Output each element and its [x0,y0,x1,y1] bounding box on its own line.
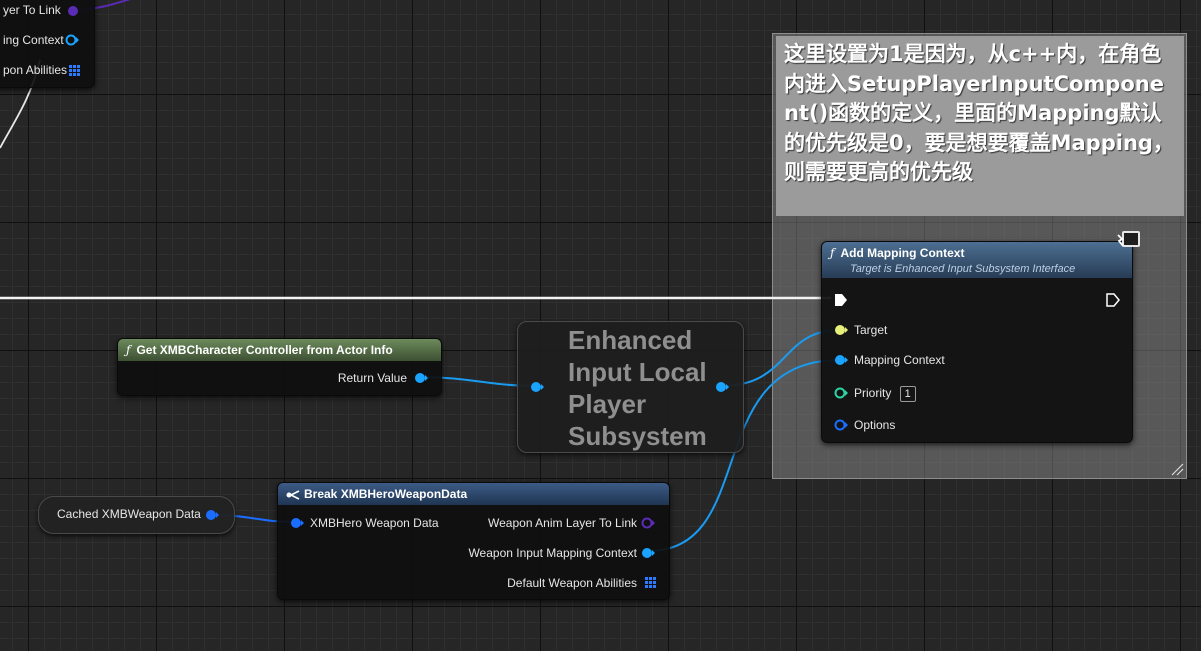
priority-input[interactable]: 1 [899,385,916,402]
pin-label: Mapping Context [854,353,945,367]
class-pin-icon[interactable] [641,517,655,529]
enhanced-input-subsystem-node[interactable]: Enhanced Input Local Player Subsystem [517,321,744,453]
object-pin-icon[interactable] [530,381,544,393]
target-pin-row: Target [854,321,887,339]
struct-pin-icon[interactable] [290,517,304,529]
node-title: Add Mapping Context [840,246,965,260]
anim-layer-pin-row: Weapon Anim Layer To Link [488,514,637,532]
object-pin-icon[interactable] [834,354,848,366]
node-header: ƒ Get XMBCharacter Controller from Actor … [118,339,441,361]
pin-label: Weapon Input Mapping Context [468,546,637,560]
node-subtitle: Target is Enhanced Input Subsystem Inter… [850,263,1076,275]
pin-label: yer To Link [3,3,61,17]
target-pin-icon[interactable] [834,324,848,336]
class-pin-icon[interactable] [67,5,79,17]
function-icon: ƒ [126,343,131,357]
priority-pin-row: Priority 1 [854,384,916,402]
node-header: ƒ Add Mapping Context Target is Enhanced … [822,242,1132,278]
pin-row-anim-layer: yer To Link [3,1,61,19]
variable-label: Cached XMBWeapon Data [57,507,201,521]
blueprint-graph-canvas[interactable]: 这里设置为1是因为，从c++内，在角色内进入SetupPlayerInputCo… [0,0,1201,651]
pin-label: XMBHero Weapon Data [310,516,439,530]
pin-label: Return Value [337,371,407,385]
pin-label: pon Abilities [3,63,68,77]
cached-weapon-data-variable[interactable]: Cached XMBWeapon Data [38,496,235,534]
object-pin-icon[interactable] [641,547,655,559]
pin-label: ing Context [3,33,64,47]
array-pin-icon[interactable] [69,65,80,76]
mapping-context-pin-row: Mapping Context [854,351,945,369]
pin-row-abilities: pon Abilities [3,61,67,79]
add-mapping-context-node[interactable]: ƒ Add Mapping Context Target is Enhanced … [821,241,1133,443]
array-pin-icon[interactable] [645,577,656,588]
monitor-icon [1117,231,1140,247]
get-controller-node[interactable]: ƒ Get XMBCharacter Controller from Actor … [117,338,442,396]
node-header: Break XMBHeroWeaponData [278,483,669,505]
object-pin-icon[interactable] [715,381,729,393]
return-value-pin-row: Return Value [338,369,407,387]
int-pin-icon[interactable] [834,387,848,399]
node-title: Break XMBHeroWeaponData [304,487,468,501]
object-pin-icon[interactable] [65,34,79,46]
node-title: Get XMBCharacter Controller from Actor I… [136,343,393,357]
pin-label: Options [854,418,896,432]
object-pin-icon[interactable] [414,372,428,384]
pin-row-mapping-context: ing Context [3,31,64,49]
exec-in-pin-icon[interactable] [834,293,848,307]
options-pin-row: Options [854,416,895,434]
pin-label: Priority [854,386,892,400]
mapping-context-out-pin-row: Weapon Input Mapping Context [468,544,637,562]
pin-label: Default Weapon Abilities [507,576,637,590]
function-icon: ƒ [830,246,835,260]
exec-out-pin-icon[interactable] [1106,293,1120,307]
struct-pin-icon[interactable] [205,509,219,521]
struct-pin-icon[interactable] [834,419,848,431]
abilities-pin-row: Default Weapon Abilities [507,574,637,592]
top-left-partial-node[interactable]: yer To Link ing Context pon Abilities [0,0,95,88]
pin-label: Target [854,323,888,337]
input-pin-row: XMBHero Weapon Data [310,514,439,532]
break-struct-icon [286,490,300,500]
pin-label: Weapon Anim Layer To Link [488,516,637,530]
break-weapon-data-node[interactable]: Break XMBHeroWeaponData XMBHero Weapon D… [277,482,670,600]
node-title: Enhanced Input Local Player Subsystem [568,325,707,451]
